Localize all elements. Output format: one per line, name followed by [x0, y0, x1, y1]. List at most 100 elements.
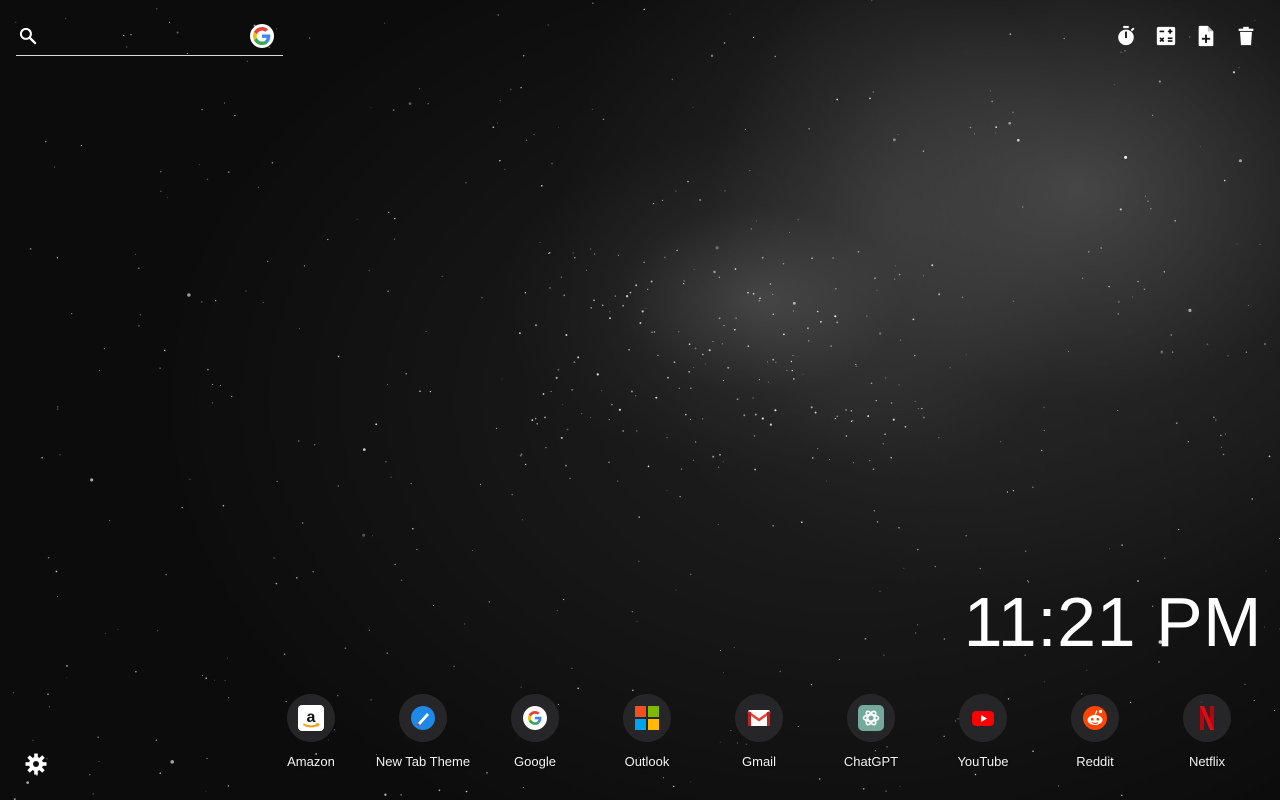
star [563, 598, 565, 601]
star [453, 665, 455, 667]
star [679, 495, 681, 498]
shortcut-tile[interactable]: a [287, 694, 335, 742]
search-icon[interactable] [18, 26, 38, 46]
star [262, 302, 264, 303]
star [750, 228, 753, 230]
star [283, 653, 286, 656]
star [850, 410, 853, 412]
shortcut-youtube[interactable]: YouTube [927, 694, 1039, 769]
star [533, 133, 535, 136]
star [671, 78, 674, 81]
shortcut-reddit[interactable]: Reddit [1039, 694, 1151, 769]
shortcut-label: ChatGPT [843, 754, 899, 769]
star [574, 257, 576, 259]
shortcut-tile[interactable] [1071, 694, 1119, 742]
shortcut-netflix[interactable]: Netflix [1151, 694, 1263, 769]
star [227, 785, 230, 787]
search-engine-selector[interactable] [250, 24, 274, 48]
calculator-button[interactable] [1154, 24, 1178, 48]
star [934, 565, 936, 568]
star [890, 456, 893, 459]
star [1200, 146, 1202, 147]
star [754, 413, 757, 416]
star [1008, 122, 1011, 125]
timer-button[interactable] [1114, 24, 1138, 48]
star [890, 402, 893, 404]
star [693, 459, 695, 461]
star [655, 396, 658, 399]
star [1206, 343, 1209, 346]
star [810, 406, 813, 409]
star [405, 372, 408, 375]
settings-button[interactable] [24, 752, 48, 776]
star [1117, 313, 1120, 315]
star [1144, 195, 1146, 197]
star [710, 54, 714, 57]
star [754, 468, 757, 471]
shortcut-tile[interactable] [623, 694, 671, 742]
star [898, 384, 900, 386]
star [870, 382, 873, 385]
shortcut-tile[interactable] [847, 694, 895, 742]
star [657, 354, 659, 356]
star [1164, 557, 1166, 559]
star [501, 378, 503, 380]
shortcut-tile[interactable] [399, 694, 447, 742]
star [814, 411, 817, 414]
star [835, 288, 837, 290]
star [1119, 208, 1122, 211]
search-input[interactable] [50, 24, 244, 52]
star [712, 341, 714, 342]
shortcut-tile[interactable] [959, 694, 1007, 742]
star [922, 416, 925, 419]
star [1009, 33, 1012, 35]
star [608, 419, 610, 421]
shortcut-chatgpt[interactable]: ChatGPT [815, 694, 927, 769]
star [774, 55, 776, 58]
shortcut-amazon[interactable]: a Amazon [255, 694, 367, 769]
star [651, 331, 653, 333]
star [873, 509, 876, 512]
star [65, 17, 67, 20]
shortcut-tile[interactable] [1183, 694, 1231, 742]
star [368, 269, 370, 272]
star [47, 693, 49, 696]
shortcut-new-tab-theme[interactable]: New Tab Theme [367, 694, 479, 769]
star [1268, 455, 1271, 458]
shortcut-label: Gmail [742, 754, 776, 769]
star [586, 269, 588, 271]
star [723, 672, 724, 673]
star [783, 333, 785, 336]
star [664, 256, 666, 259]
star [893, 278, 896, 280]
star [1040, 449, 1043, 452]
star [834, 315, 837, 318]
star [135, 670, 137, 673]
shortcut-google[interactable]: Google [479, 694, 591, 769]
star [608, 461, 610, 464]
star [1121, 794, 1123, 796]
new-note-button[interactable] [1194, 24, 1218, 48]
star [92, 793, 94, 795]
star [504, 168, 506, 171]
star [1251, 498, 1253, 500]
star [825, 480, 827, 482]
star [811, 257, 813, 260]
star [139, 314, 141, 316]
star [625, 295, 629, 298]
star [682, 283, 685, 285]
star [734, 268, 737, 270]
star [427, 103, 429, 105]
star [551, 162, 553, 165]
shortcut-tile[interactable] [735, 694, 783, 742]
star [509, 88, 512, 91]
star [774, 409, 777, 412]
shortcut-gmail[interactable]: Gmail [703, 694, 815, 769]
star [869, 459, 871, 462]
shortcut-tile[interactable] [511, 694, 559, 742]
delete-button[interactable] [1234, 24, 1258, 48]
star [56, 408, 59, 410]
shortcut-outlook[interactable]: Outlook [591, 694, 703, 769]
star [524, 463, 527, 466]
star [879, 590, 881, 592]
